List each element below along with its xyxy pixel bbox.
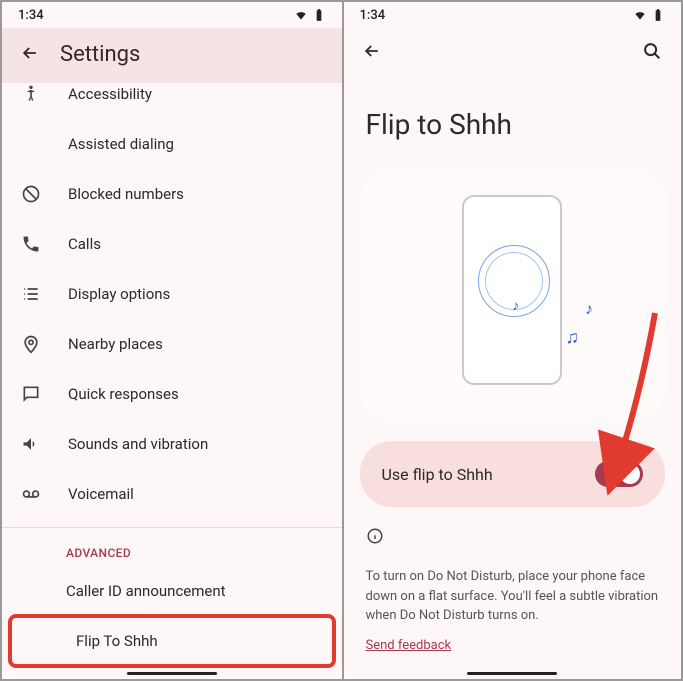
settings-list: Accessibility Assisted dialing Blocked n… <box>2 83 342 679</box>
sound-icon <box>20 433 42 455</box>
voicemail-icon <box>20 483 42 505</box>
item-blocked-numbers[interactable]: Blocked numbers <box>2 169 342 219</box>
item-label: Flip To Shhh <box>76 632 158 650</box>
settings-screen: 1:34 Settings Accessibility Assisted dia… <box>2 2 342 679</box>
item-nearby-places[interactable]: Nearby places <box>2 319 342 369</box>
wifi-icon <box>633 8 647 22</box>
item-label: Accessibility <box>68 85 152 103</box>
item-sounds-vibration[interactable]: Sounds and vibration <box>2 419 342 469</box>
music-note-icon: ♪ <box>512 297 519 314</box>
status-bar: 1:34 <box>2 2 342 28</box>
toggle-switch[interactable] <box>595 461 643 487</box>
nav-bar[interactable] <box>467 672 557 675</box>
music-note-icon: ♪ <box>585 299 593 319</box>
item-label: Assisted dialing <box>68 135 174 153</box>
detail-header <box>344 28 682 78</box>
list-icon <box>20 283 42 305</box>
item-display-options[interactable]: Display options <box>2 269 342 319</box>
phone-outline-graphic: ♪ <box>462 195 562 385</box>
item-label: Sounds and vibration <box>68 435 208 453</box>
send-feedback-link[interactable]: Send feedback <box>344 634 682 657</box>
item-label: Display options <box>68 285 170 303</box>
advanced-section-label: ADVANCED <box>2 528 342 568</box>
item-label: Calls <box>68 235 101 253</box>
back-icon[interactable] <box>20 43 40 67</box>
info-row <box>344 507 682 549</box>
search-icon[interactable] <box>641 40 663 66</box>
wifi-icon <box>294 8 308 22</box>
item-label: Blocked numbers <box>68 185 184 203</box>
battery-icon <box>651 8 665 22</box>
back-icon[interactable] <box>362 41 382 65</box>
item-accessibility[interactable]: Accessibility <box>2 83 342 119</box>
settings-header: Settings <box>2 28 342 83</box>
item-label: Quick responses <box>68 385 179 403</box>
item-assisted-dialing[interactable]: Assisted dialing <box>2 119 342 169</box>
item-calls[interactable]: Calls <box>2 219 342 269</box>
item-label: Nearby places <box>68 335 163 353</box>
nav-bar[interactable] <box>127 672 217 675</box>
item-label: Voicemail <box>68 485 134 503</box>
item-voicemail[interactable]: Voicemail <box>2 469 342 519</box>
block-icon <box>20 183 42 205</box>
page-title: Flip to Shhh <box>344 78 682 169</box>
status-time: 1:34 <box>360 8 386 23</box>
accessibility-icon <box>20 83 42 105</box>
item-quick-responses[interactable]: Quick responses <box>2 369 342 419</box>
flip-to-shhh-screen: 1:34 Flip to Shhh ♪ ♪ ♫ Us <box>342 2 682 679</box>
location-icon <box>20 333 42 355</box>
item-caller-id-announcement[interactable]: Caller ID announcement <box>2 568 342 614</box>
description-text: To turn on Do Not Disturb, place your ph… <box>344 549 682 634</box>
battery-icon <box>312 8 326 22</box>
illustration: ♪ ♪ ♫ <box>360 169 666 421</box>
item-flip-to-shhh[interactable]: Flip To Shhh <box>12 618 332 664</box>
status-bar: 1:34 <box>344 2 682 28</box>
status-icons <box>294 8 326 22</box>
status-icons <box>633 8 665 22</box>
info-icon <box>366 527 384 549</box>
phone-icon <box>20 233 42 255</box>
highlight-annotation: Flip To Shhh <box>8 614 336 668</box>
status-time: 1:34 <box>18 8 44 23</box>
message-icon <box>20 383 42 405</box>
item-label: Caller ID announcement <box>66 582 226 600</box>
toggle-row[interactable]: Use flip to Shhh <box>360 441 666 507</box>
music-note-icon: ♫ <box>566 327 580 348</box>
page-title: Settings <box>60 42 140 67</box>
blank-icon <box>20 133 42 155</box>
toggle-label: Use flip to Shhh <box>382 465 493 484</box>
